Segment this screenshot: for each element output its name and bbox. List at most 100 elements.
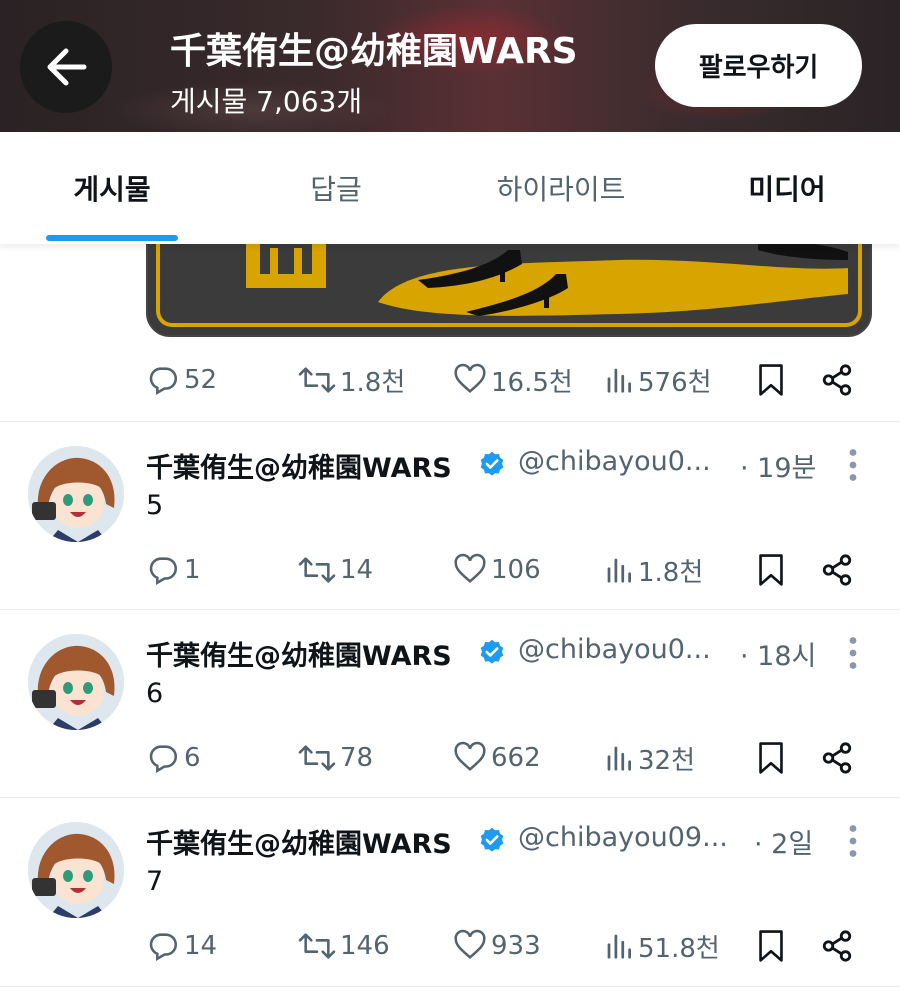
- verified-badge-icon: [480, 639, 504, 664]
- avatar[interactable]: [28, 822, 124, 918]
- repost-count: 146: [340, 931, 390, 961]
- display-name[interactable]: 千葉侑生@幼稚園WARS: [146, 446, 452, 485]
- profile-header: 千葉侑生@幼稚園WARS 게시물 7,063개 팔로우하기: [0, 0, 900, 132]
- repost-icon: [298, 933, 336, 959]
- repost-icon: [298, 745, 336, 771]
- views-button[interactable]: 32천: [604, 736, 695, 780]
- handle[interactable]: @chibayou0...: [518, 634, 711, 665]
- share-button[interactable]: [820, 924, 854, 968]
- repost-count: 78: [340, 743, 374, 773]
- tab-highlights[interactable]: 하이라이트: [448, 132, 674, 244]
- post-actions: 6 78 662 32천: [146, 736, 860, 780]
- avatar[interactable]: [28, 446, 124, 542]
- tweet-text: 7: [146, 866, 164, 897]
- reply-icon: [149, 367, 178, 396]
- verified-badge-icon: [480, 451, 504, 476]
- like-count: 933: [491, 931, 541, 961]
- share-icon: [822, 554, 852, 586]
- heart-icon: [454, 363, 486, 394]
- timestamp[interactable]: · 2일: [754, 822, 813, 861]
- view-count: 32천: [638, 745, 696, 776]
- views-icon: [607, 746, 631, 771]
- tweet-text: 6: [146, 678, 164, 709]
- arrow-left-icon: [47, 48, 87, 86]
- share-icon: [822, 742, 852, 774]
- share-button[interactable]: [820, 548, 854, 592]
- heart-icon: [454, 741, 486, 772]
- tweet-text: 5: [146, 490, 164, 521]
- share-button[interactable]: [820, 358, 854, 402]
- bookmark-icon: [759, 364, 783, 396]
- repost-button[interactable]: 14: [298, 548, 373, 592]
- like-button[interactable]: 16.5천: [453, 358, 573, 402]
- views-button[interactable]: 51.8천: [604, 924, 720, 968]
- like-button[interactable]: 933: [453, 924, 541, 968]
- post-count: 게시물 7,063개: [170, 85, 363, 118]
- display-name[interactable]: 千葉侑生@幼稚園WARS: [146, 634, 452, 673]
- reply-button[interactable]: 6: [146, 736, 201, 780]
- bookmark-icon: [759, 554, 783, 586]
- bookmark-icon: [759, 742, 783, 774]
- more-options-icon[interactable]: [840, 824, 866, 858]
- verified-badge-icon: [480, 827, 504, 852]
- follow-button[interactable]: 팔로우하기: [655, 24, 862, 107]
- like-button[interactable]: 662: [453, 736, 541, 780]
- tweet[interactable]: 千葉侑生@幼稚園WARS @chibayou0... · 18시 6 6 78 …: [0, 610, 900, 797]
- active-tab-indicator: [46, 235, 178, 241]
- tweet[interactable]: 千葉侑生@幼稚園WARS @chibayou0... · 19분 5 1 14 …: [0, 422, 900, 609]
- share-icon: [822, 930, 852, 962]
- handle[interactable]: @chibayou0...: [518, 446, 711, 477]
- repost-icon: [298, 557, 336, 583]
- share-button[interactable]: [820, 736, 854, 780]
- timestamp[interactable]: · 19분: [740, 446, 816, 485]
- reply-count: 6: [184, 743, 201, 773]
- reply-count: 1: [184, 555, 201, 585]
- avatar-illustration: [28, 446, 124, 542]
- bookmark-button[interactable]: [756, 358, 786, 402]
- timestamp[interactable]: · 18시: [740, 634, 816, 673]
- bookmark-button[interactable]: [756, 548, 786, 592]
- reply-button[interactable]: 14: [146, 924, 217, 968]
- reply-icon: [149, 745, 178, 774]
- more-options-icon[interactable]: [840, 448, 866, 482]
- views-button[interactable]: 576천: [604, 358, 712, 402]
- repost-button[interactable]: 1.8천: [298, 358, 405, 402]
- profile-tabs: 게시물 답글 하이라이트 미디어: [0, 132, 900, 244]
- view-count: 51.8천: [638, 933, 720, 964]
- repost-button[interactable]: 146: [298, 924, 390, 968]
- reply-button[interactable]: 1: [146, 548, 201, 592]
- repost-count: 1.8천: [340, 367, 406, 398]
- like-count: 16.5천: [491, 367, 573, 398]
- tab-media[interactable]: 미디어: [674, 132, 900, 244]
- tab-posts[interactable]: 게시물: [0, 132, 224, 244]
- reply-icon: [149, 933, 178, 962]
- heart-icon: [454, 929, 486, 960]
- avatar-illustration: [28, 822, 124, 918]
- reply-button[interactable]: 52: [146, 358, 217, 402]
- post-actions: 52 1.8천 16.5천 576천: [146, 358, 860, 402]
- reply-count: 52: [184, 365, 218, 395]
- views-button[interactable]: 1.8천: [604, 548, 703, 592]
- display-name[interactable]: 千葉侑生@幼稚園WARS: [146, 822, 452, 861]
- tab-replies[interactable]: 답글: [224, 132, 448, 244]
- like-count: 106: [491, 555, 541, 585]
- back-button[interactable]: [20, 21, 112, 113]
- tweet[interactable]: 千葉侑生@幼稚園WARS @chibayou09... · 2일 7 14 14…: [0, 798, 900, 986]
- post-actions: 1 14 106 1.8천: [146, 548, 860, 592]
- like-count: 662: [491, 743, 541, 773]
- bookmark-button[interactable]: [756, 736, 786, 780]
- bookmark-button[interactable]: [756, 924, 786, 968]
- like-button[interactable]: 106: [453, 548, 541, 592]
- views-icon: [607, 558, 631, 583]
- post-actions: 14 146 933 51.8천: [146, 924, 860, 968]
- reply-icon: [149, 557, 178, 586]
- repost-button[interactable]: 78: [298, 736, 373, 780]
- divider: [0, 986, 900, 987]
- view-count: 576천: [638, 367, 712, 398]
- handle[interactable]: @chibayou09...: [518, 822, 728, 853]
- more-options-icon[interactable]: [840, 636, 866, 670]
- views-icon: [607, 934, 631, 959]
- avatar-illustration: [28, 634, 124, 730]
- heart-icon: [454, 553, 486, 584]
- avatar[interactable]: [28, 634, 124, 730]
